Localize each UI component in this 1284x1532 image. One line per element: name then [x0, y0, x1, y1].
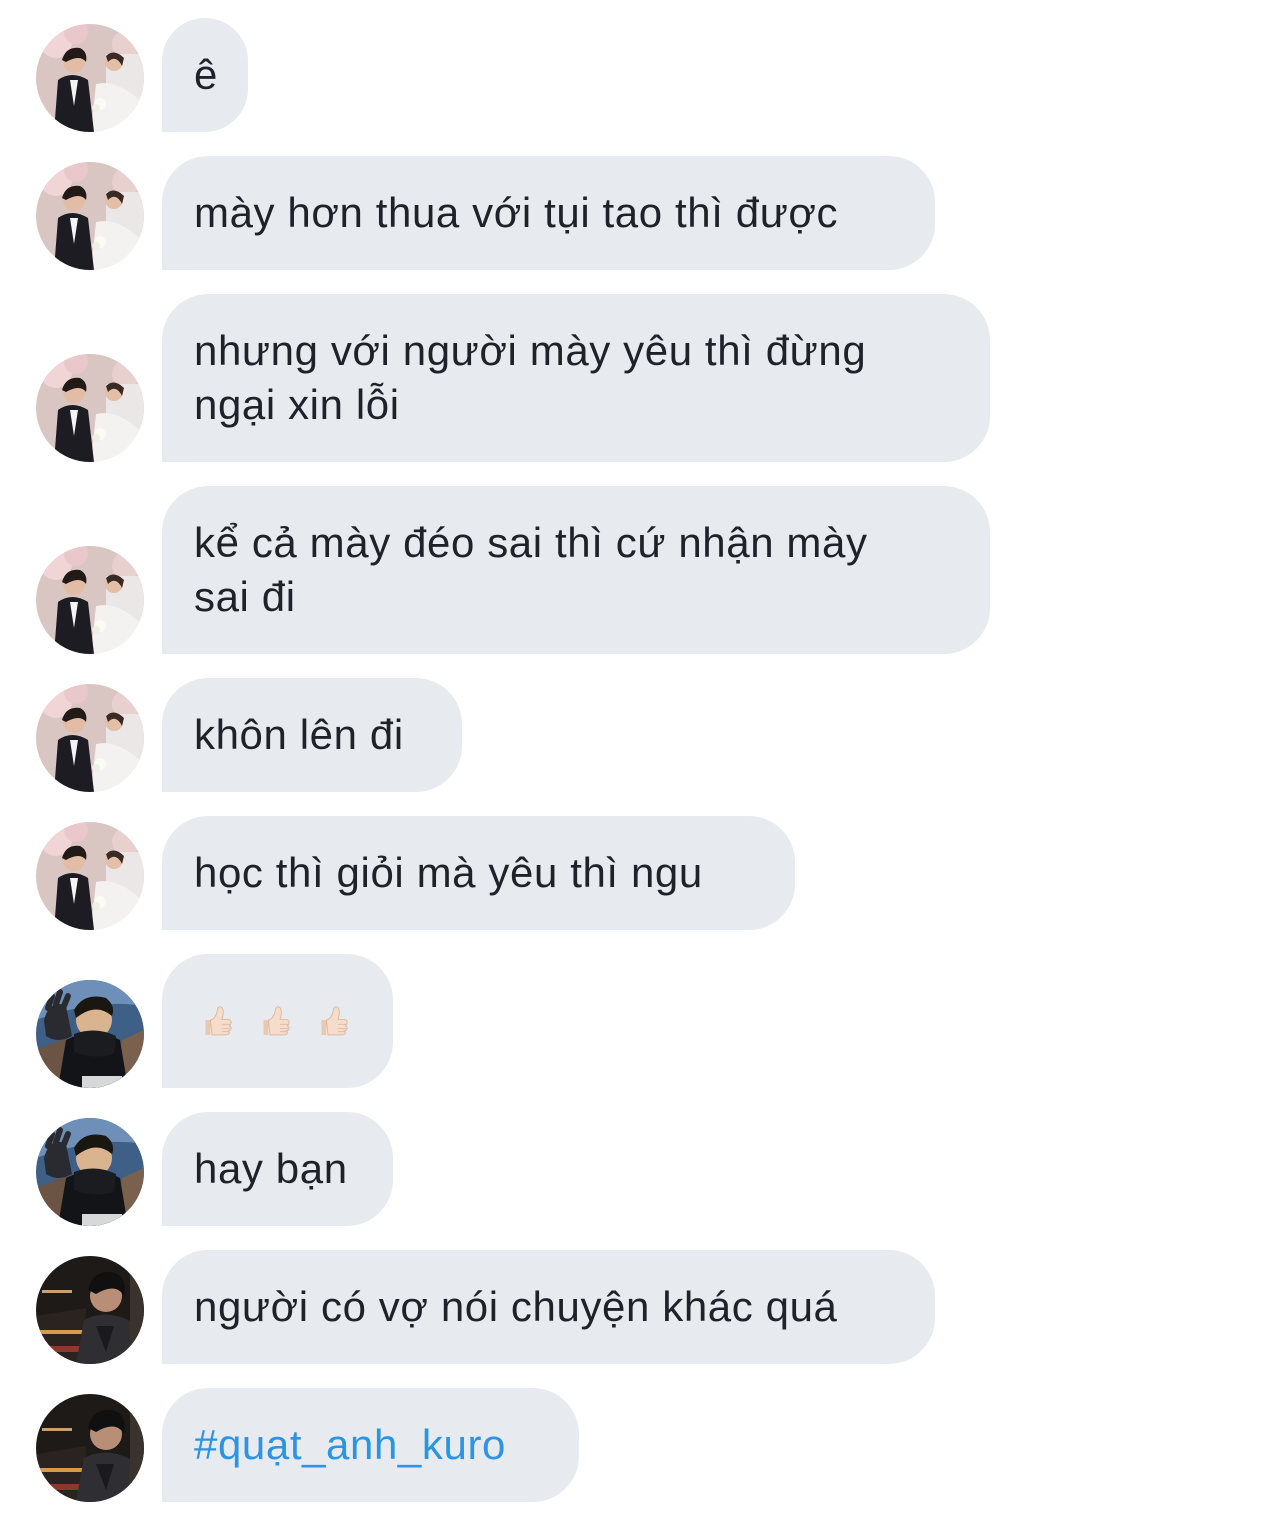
message-bubble[interactable]: người có vợ nói chuyện khác quá	[162, 1250, 935, 1364]
message-text: ê	[194, 51, 218, 98]
avatar[interactable]	[36, 1256, 144, 1364]
avatar[interactable]	[36, 1118, 144, 1226]
avatar[interactable]	[36, 24, 144, 132]
message-text: nhưng với người mày yêu thì đừng ngại xi…	[194, 327, 867, 428]
message-bubble[interactable]: nhưng với người mày yêu thì đừng ngại xi…	[162, 294, 990, 462]
avatar[interactable]	[36, 822, 144, 930]
avatar[interactable]	[36, 354, 144, 462]
message-bubble[interactable]: khôn lên đi	[162, 678, 462, 792]
message-bubble[interactable]: ê	[162, 18, 248, 132]
avatar[interactable]	[36, 546, 144, 654]
message-text: học thì giỏi mà yêu thì ngu	[194, 849, 703, 896]
thumbs-up-icon	[205, 1006, 232, 1036]
message-text: người có vợ nói chuyện khác quá	[194, 1283, 838, 1330]
message-text: mày hơn thua với tụi tao thì được	[194, 189, 839, 236]
message-bubble[interactable]: hay bạn	[162, 1112, 393, 1226]
avatar[interactable]	[36, 1394, 144, 1502]
emoji-reaction-group	[194, 998, 356, 1044]
avatar[interactable]	[36, 980, 144, 1088]
message-bubble[interactable]: học thì giỏi mà yêu thì ngu	[162, 816, 795, 930]
message-bubble[interactable]: kể cả mày đéo sai thì cứ nhận mày sai đi	[162, 486, 990, 654]
thumbs-up-icon	[263, 1006, 290, 1036]
thumbs-up-icon	[321, 1006, 348, 1036]
message-text: hay bạn	[194, 1145, 348, 1192]
message-bubble[interactable]: #quạt_anh_kuro	[162, 1388, 579, 1502]
message-bubble[interactable]	[162, 954, 393, 1088]
hashtag-link[interactable]: #quạt_anh_kuro	[194, 1418, 506, 1472]
avatar[interactable]	[36, 684, 144, 792]
message-text: khôn lên đi	[194, 711, 404, 758]
avatar[interactable]	[36, 162, 144, 270]
message-bubble[interactable]: mày hơn thua với tụi tao thì được	[162, 156, 935, 270]
message-text: kể cả mày đéo sai thì cứ nhận mày sai đi	[194, 519, 868, 620]
